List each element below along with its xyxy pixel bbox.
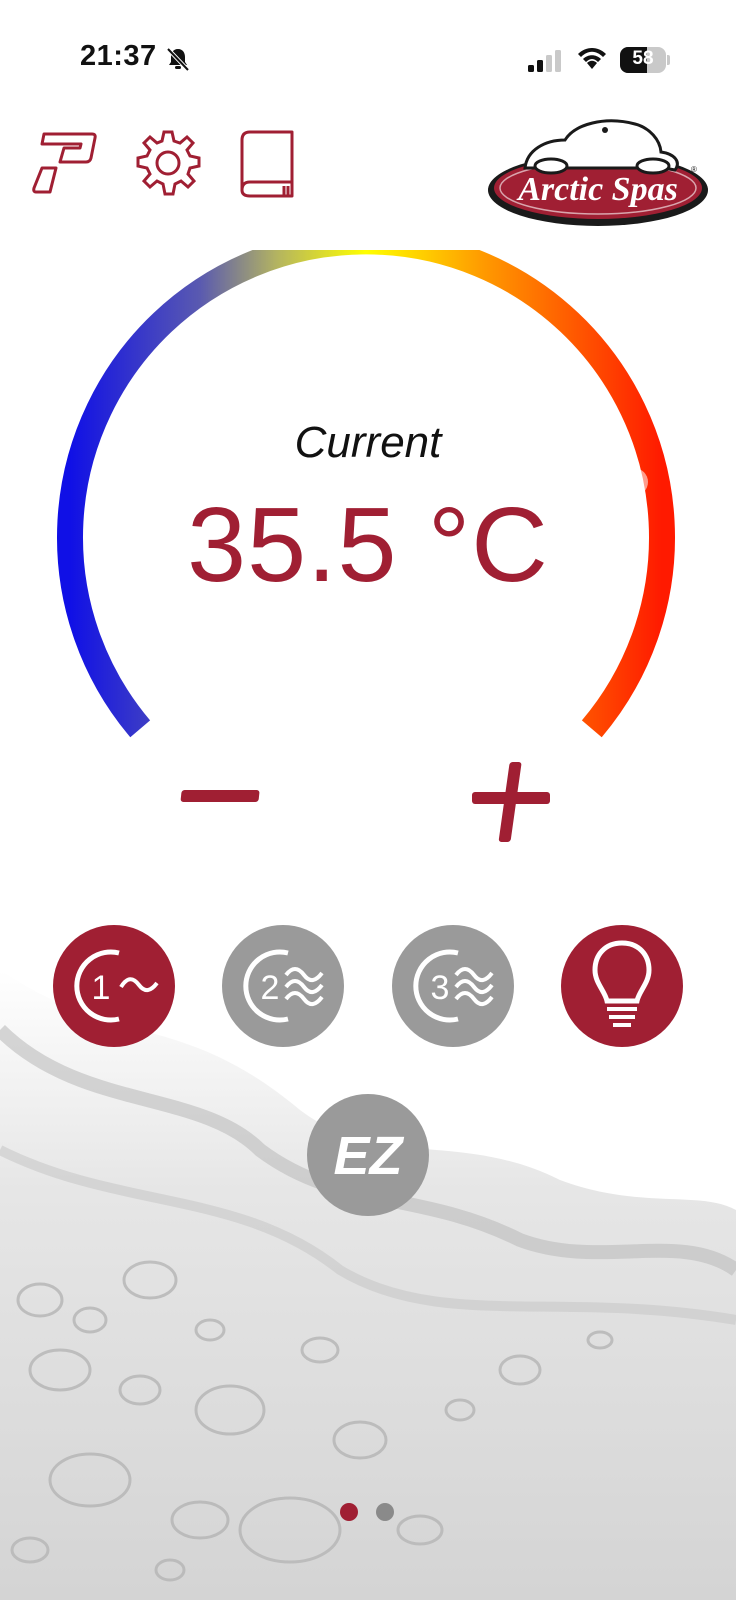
status-time: 21:37 xyxy=(80,40,157,72)
pump-3-button[interactable]: 3 xyxy=(392,925,514,1047)
ez-mode-button[interactable]: EZ xyxy=(307,1094,429,1216)
ez-label: EZ xyxy=(333,1126,404,1186)
light-button[interactable] xyxy=(561,925,683,1047)
decrease-temperature-button[interactable] xyxy=(178,768,268,828)
wifi-icon xyxy=(578,48,606,69)
book-icon[interactable] xyxy=(232,126,304,198)
pump-2-button[interactable]: 2 xyxy=(222,925,344,1047)
increase-temperature-button[interactable] xyxy=(466,760,556,850)
pump-3-number: 3 xyxy=(431,969,450,1007)
page-indicator-dot-2[interactable] xyxy=(376,1503,394,1521)
cellular-signal-icon xyxy=(528,50,561,72)
pump-3-icon: 3 xyxy=(413,949,494,1023)
pump-1-number: 1 xyxy=(92,969,111,1007)
p-logo-icon[interactable] xyxy=(30,128,102,200)
pump-1-icon: 1 xyxy=(74,949,159,1023)
pump-1-button[interactable]: 1 xyxy=(53,925,175,1047)
ez-icon: EZ xyxy=(333,1126,404,1186)
page-indicator-dot-1[interactable] xyxy=(340,1503,358,1521)
current-temperature: 35.5 °C xyxy=(187,486,549,604)
pump-2-icon: 2 xyxy=(243,949,324,1023)
arctic-spas-logo: Arctic Spas ® xyxy=(488,119,708,226)
light-bulb-icon xyxy=(592,940,652,1027)
current-label: Current xyxy=(294,418,442,467)
bell-mute-icon xyxy=(166,47,190,72)
battery-icon: 58 xyxy=(620,47,670,73)
gear-icon[interactable] xyxy=(132,128,204,200)
logo-text: Arctic Spas xyxy=(516,171,678,208)
pump-2-number: 2 xyxy=(261,969,280,1007)
svg-text:®: ® xyxy=(691,165,697,174)
battery-level: 58 xyxy=(632,48,654,69)
